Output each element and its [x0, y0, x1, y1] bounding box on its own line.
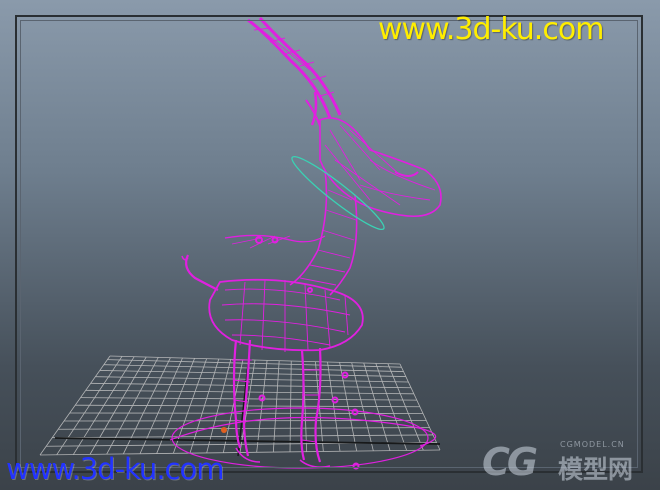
cg-logo-small-text: CGMODEL.CN — [560, 440, 625, 449]
watermark-bottom: www.3d-ku.com — [6, 452, 224, 486]
cg-logo-name: 模型网 — [558, 455, 634, 484]
scene-canvas[interactable] — [0, 0, 660, 490]
pivot-marker — [221, 427, 227, 433]
maya-viewport[interactable]: www.3d-ku.com www.3d-ku.com CG CGMODEL.C… — [0, 0, 660, 490]
grid-line — [109, 355, 401, 365]
cg-logo: CG CGMODEL.CN 模型网 — [482, 436, 658, 486]
cg-logo-mark: CG — [482, 440, 538, 484]
ground-grid — [39, 355, 441, 457]
watermark-top: www.3d-ku.com — [378, 12, 604, 47]
deer-wireframe-model[interactable] — [181, 17, 442, 470]
